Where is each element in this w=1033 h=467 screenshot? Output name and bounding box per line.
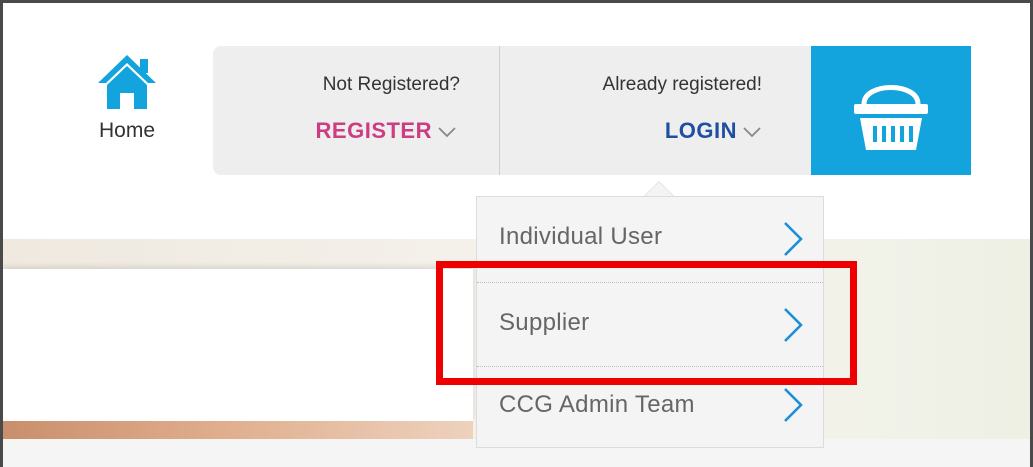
menu-item-individual-user[interactable]: Individual User [477,197,823,281]
chevron-right-icon [784,388,803,422]
chevron-down-icon [438,127,456,138]
auth-bar: Not Registered? REGISTER Already registe… [213,46,813,175]
register-label: REGISTER [315,118,432,143]
register-hint: Not Registered? [322,74,460,95]
menu-item-label: CCG Admin Team [499,391,695,418]
login-section: Already registered! LOGIN [501,46,813,175]
dropdown-pointer [643,181,675,197]
page-frame: Home Not Registered? REGISTER Already re… [0,0,1033,467]
menu-item-label: Supplier [499,309,590,336]
login-button[interactable]: LOGIN [665,118,761,144]
menu-item-ccg-admin-team[interactable]: CCG Admin Team [477,367,823,451]
register-button[interactable]: REGISTER [316,118,456,144]
chevron-right-icon [784,308,803,342]
menu-item-supplier[interactable]: Supplier [477,283,823,367]
basket-icon [854,85,928,150]
login-dropdown-menu: Individual User Supplier CCG Admin Team [476,196,824,448]
chevron-down-icon [743,127,761,138]
login-label: LOGIN [664,118,737,143]
login-hint: Already registered! [602,74,762,95]
home-link[interactable]: Home [87,53,167,173]
home-label: Home [98,119,156,142]
chevron-right-icon [784,222,803,256]
hero-card [3,269,473,421]
register-section: Not Registered? REGISTER [213,46,498,175]
basket-button[interactable] [811,46,971,175]
auth-divider [499,46,500,175]
home-icon [98,55,156,109]
menu-item-label: Individual User [499,223,663,250]
